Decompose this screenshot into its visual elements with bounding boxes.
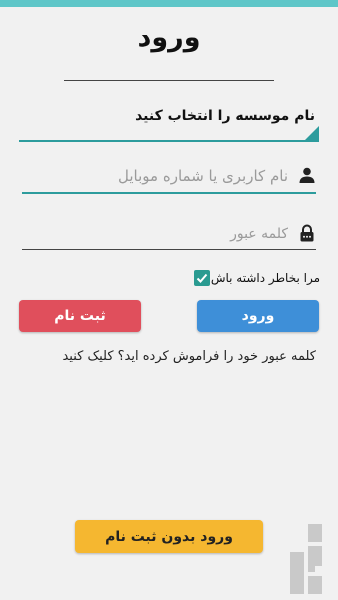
signup-button[interactable]: ثبت نام: [19, 300, 141, 332]
title-divider: [64, 80, 274, 81]
lock-icon: [298, 224, 316, 242]
institution-select-label: نام موسسه را انتخاب کنید: [135, 108, 315, 124]
password-input[interactable]: [22, 218, 290, 250]
checkmark-icon: [196, 273, 208, 283]
institution-select[interactable]: نام موسسه را انتخاب کنید: [19, 100, 319, 142]
page-title: ورود: [137, 22, 201, 53]
username-input[interactable]: [22, 160, 290, 192]
person-icon: [298, 166, 316, 184]
username-field-container: [22, 160, 316, 194]
remember-me-checkbox[interactable]: [194, 270, 210, 286]
password-field-container: [22, 218, 316, 250]
top-accent-bar: [0, 0, 338, 7]
login-button[interactable]: ورود: [197, 300, 319, 332]
forgot-password-link[interactable]: کلمه عبور خود را فراموش کرده اید؟ کلیک ک…: [62, 349, 316, 364]
guest-login-button[interactable]: ورود بدون ثبت نام: [75, 520, 263, 553]
store-logo-watermark: [290, 524, 322, 594]
dropdown-triangle-icon: [305, 126, 319, 140]
remember-me-label: مرا بخاطر داشته باش: [210, 271, 320, 285]
